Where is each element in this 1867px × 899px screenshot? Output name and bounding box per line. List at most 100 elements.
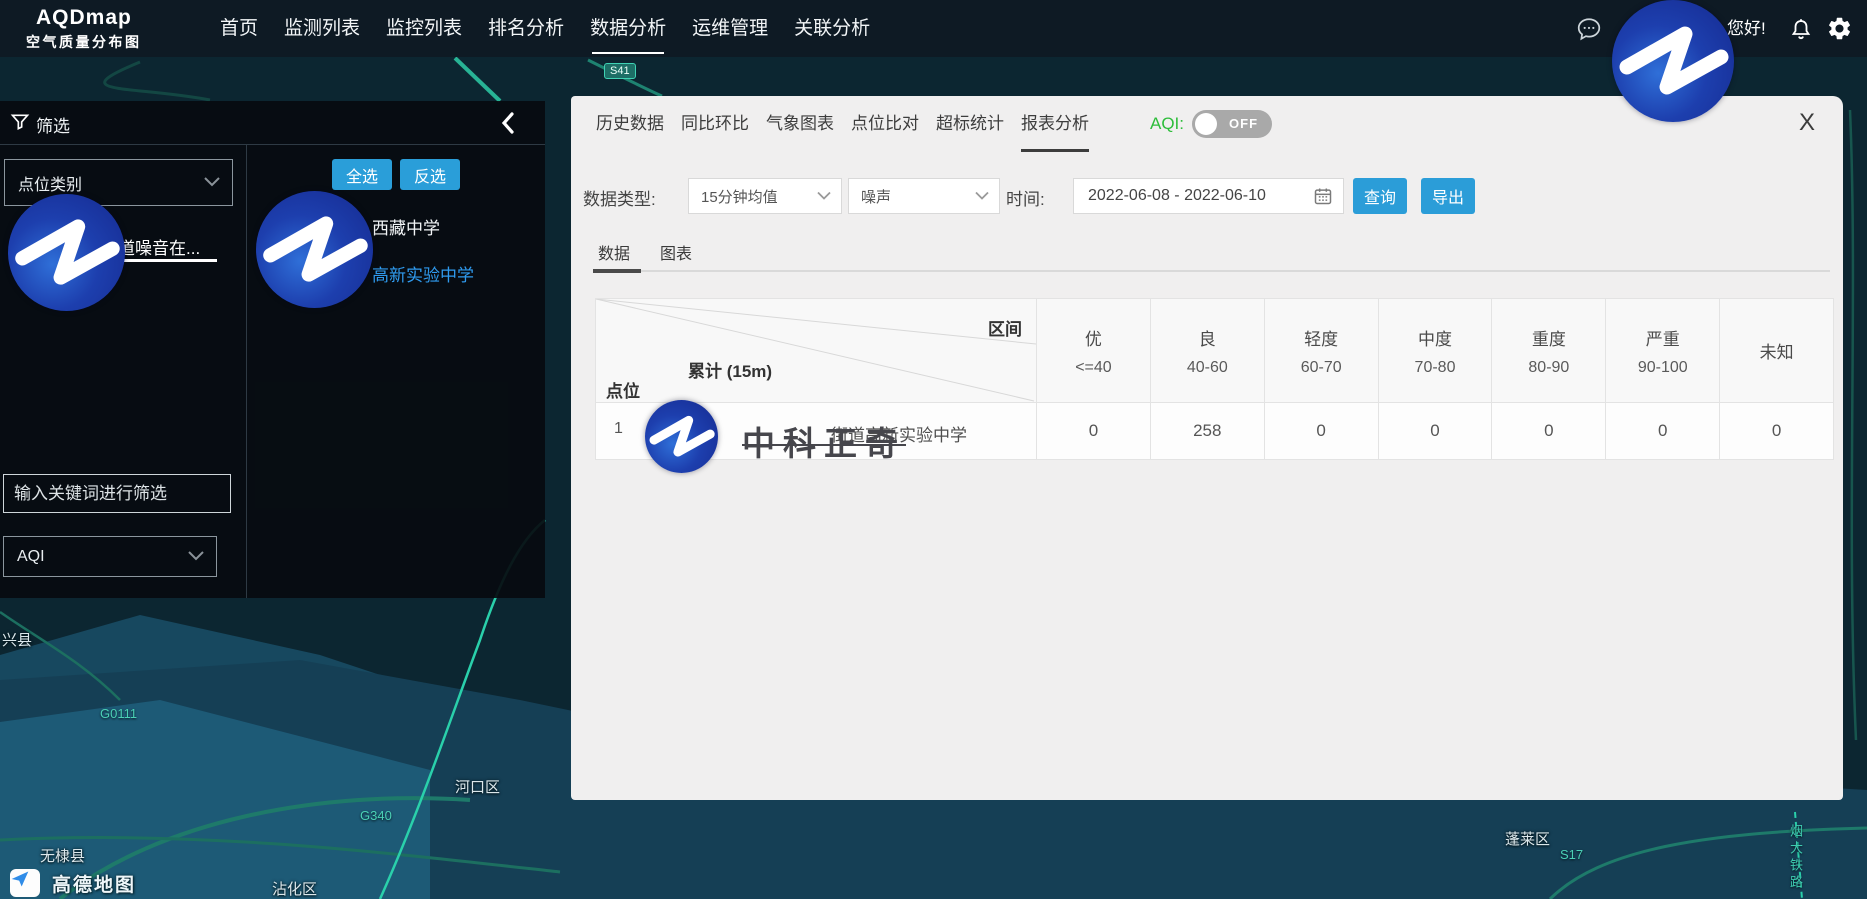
table-cell-value-1: 258: [1150, 403, 1264, 459]
col-range: 70-80: [1415, 359, 1456, 377]
data-type-select[interactable]: 15分钟均值: [688, 178, 842, 214]
data-type-value: 15分钟均值: [701, 186, 778, 207]
filter-sidebar-title: 筛选: [36, 112, 70, 137]
table-col-header-未知: 未知: [1719, 299, 1833, 402]
invert-selection-button[interactable]: 反选: [400, 159, 460, 190]
chevron-down-icon: [204, 174, 220, 192]
table-cell-value-3: 0: [1378, 403, 1492, 459]
nav-menu: 首页监测列表监控列表排名分析数据分析运维管理关联分析: [220, 0, 870, 57]
table-col-header-优: 优 <=40: [1036, 299, 1150, 402]
nav-item-数据分析[interactable]: 数据分析: [590, 0, 666, 57]
station-item-高新实验中学[interactable]: 高新实验中学: [372, 261, 474, 286]
filter-sidebar-header: 筛选: [0, 101, 545, 145]
table-col-header-严重: 严重 90-100: [1605, 299, 1719, 402]
aqi-toggle-group: AQI: OFF: [1150, 110, 1272, 138]
col-name: 良: [1199, 325, 1216, 350]
nav-item-监测列表[interactable]: 监测列表: [284, 0, 360, 57]
aqi-toggle-label: AQI:: [1150, 114, 1184, 134]
table-col-header-轻度: 轻度 60-70: [1264, 299, 1378, 402]
station-item-西藏中学[interactable]: 西藏中学: [372, 214, 440, 239]
nav-item-运维管理[interactable]: 运维管理: [692, 0, 768, 57]
view-subtabs: 数据 图表: [598, 240, 692, 264]
filter-funnel-icon: [10, 112, 30, 137]
table-cell-value-2: 0: [1264, 403, 1378, 459]
table-cell-value-0: 0: [1036, 403, 1150, 459]
report-table: 区间 累计 (15m) 点位 优 <=40 良 40-60 轻度 60-70 中度 70-80…: [595, 298, 1834, 460]
time-label: 时间:: [1006, 185, 1045, 210]
app-logo[interactable]: AQDmap 空气质量分布图: [26, 6, 142, 52]
top-nav: AQDmap 空气质量分布图 首页监测列表监控列表排名分析数据分析运维管理关联分…: [0, 0, 1867, 57]
query-filter-row: 数据类型: 15分钟均值 噪声 时间: 2022-06-08 - 2022-06…: [571, 178, 1843, 214]
table-cell-value-6: 0: [1719, 403, 1833, 459]
select-all-button[interactable]: 全选: [332, 159, 392, 190]
keyword-filter-input[interactable]: [3, 474, 231, 513]
table-col-header-中度: 中度 70-80: [1378, 299, 1492, 402]
settings-gear-icon[interactable]: [1826, 0, 1853, 57]
map-attribution: 高德地图: [10, 869, 136, 897]
col-name: 优: [1085, 325, 1102, 350]
dialog-tab-同比环比[interactable]: 同比环比: [681, 96, 749, 152]
metric-select[interactable]: AQI: [3, 536, 217, 577]
toggle-state-text: OFF: [1229, 110, 1258, 138]
date-range-input[interactable]: 2022-06-08 - 2022-06-10: [1073, 178, 1344, 214]
point-category-select[interactable]: 点位类别: [4, 159, 233, 206]
subtab-track-line: [593, 270, 1830, 272]
notifications-bell-icon[interactable]: [1789, 0, 1813, 57]
collapse-sidebar-icon[interactable]: [500, 110, 516, 141]
app-logo-subtitle: 空气质量分布图: [26, 32, 142, 52]
table-header-row: 区间 累计 (15m) 点位 优 <=40 良 40-60 轻度 60-70 中度 70-80…: [596, 299, 1833, 402]
table-col-header-重度: 重度80-90: [1491, 299, 1605, 402]
corner-label-range: 区间: [988, 315, 1022, 340]
table-row-head-cell: 1 街道高新实验中学: [596, 403, 1036, 459]
toggle-knob: [1195, 113, 1217, 135]
calendar-icon: [1313, 186, 1333, 206]
date-range-value: 2022-06-08 - 2022-06-10: [1088, 187, 1266, 205]
nav-item-关联分析[interactable]: 关联分析: [794, 0, 870, 57]
dialog-tab-超标统计[interactable]: 超标统计: [936, 96, 1004, 152]
pollutant-value: 噪声: [861, 186, 891, 207]
chat-icon[interactable]: [1576, 0, 1602, 57]
amap-logo-icon: [10, 869, 40, 897]
col-name: 严重: [1646, 325, 1680, 350]
col-range: <=40: [1075, 359, 1111, 377]
aqi-toggle-switch[interactable]: OFF: [1192, 110, 1272, 138]
nav-item-首页[interactable]: 首页: [220, 0, 258, 57]
filter-sidebar: 筛选 点位类别 道噪音在... AQI 全选 反选 西藏中学高新实验中学: [0, 101, 545, 598]
nav-item-排名分析[interactable]: 排名分析: [488, 0, 564, 57]
chevron-down-icon: [975, 188, 989, 205]
app-root: S41兴县G0111河口区G340无棣县沾化区蓬莱区S17烟大铁路 高德地图 A…: [0, 0, 1867, 899]
subtab-数据[interactable]: 数据: [598, 240, 630, 264]
metric-select-value: AQI: [17, 548, 45, 566]
dialog-tab-点位比对[interactable]: 点位比对: [851, 96, 919, 152]
category-tab-noise[interactable]: 道噪音在...: [118, 234, 200, 259]
dialog-tab-报表分析[interactable]: 报表分析: [1021, 96, 1089, 152]
col-range: 60-70: [1301, 359, 1342, 377]
point-category-value: 点位类别: [18, 171, 82, 195]
col-range: 40-60: [1187, 359, 1228, 377]
close-icon[interactable]: X: [1799, 109, 1815, 137]
pollutant-select[interactable]: 噪声: [848, 178, 1000, 214]
row-index: 1: [614, 420, 623, 438]
dialog-tab-气象图表[interactable]: 气象图表: [766, 96, 834, 152]
corner-label-site: 点位: [606, 377, 640, 402]
col-name: 中度: [1418, 325, 1452, 350]
subtab-图表[interactable]: 图表: [660, 240, 692, 264]
table-cell-value-4: 0: [1491, 403, 1605, 459]
dialog-tab-bar: 历史数据同比环比气象图表点位比对超标统计报表分析: [596, 96, 1089, 152]
greeting-text: 您好!: [1727, 0, 1766, 57]
table-cell-value-5: 0: [1605, 403, 1719, 459]
query-button[interactable]: 查询: [1353, 178, 1407, 214]
nav-item-监控列表[interactable]: 监控列表: [386, 0, 462, 57]
row-site-name: 街道高新实验中学: [831, 421, 967, 446]
export-button[interactable]: 导出: [1421, 178, 1475, 214]
col-range: 90-100: [1638, 359, 1688, 377]
col-range: 80-90: [1528, 359, 1569, 377]
corner-label-cumulative: 累计 (15m): [688, 357, 772, 382]
col-name: 轻度: [1304, 325, 1338, 350]
table-col-header-良: 良 40-60: [1150, 299, 1264, 402]
table-row[interactable]: 1 街道高新实验中学 025800000: [596, 402, 1833, 459]
map-attribution-label: 高德地图: [52, 870, 136, 897]
dialog-tab-历史数据[interactable]: 历史数据: [596, 96, 664, 152]
app-logo-title: AQDmap: [26, 6, 142, 30]
category-tab-active-underline: [116, 259, 217, 262]
